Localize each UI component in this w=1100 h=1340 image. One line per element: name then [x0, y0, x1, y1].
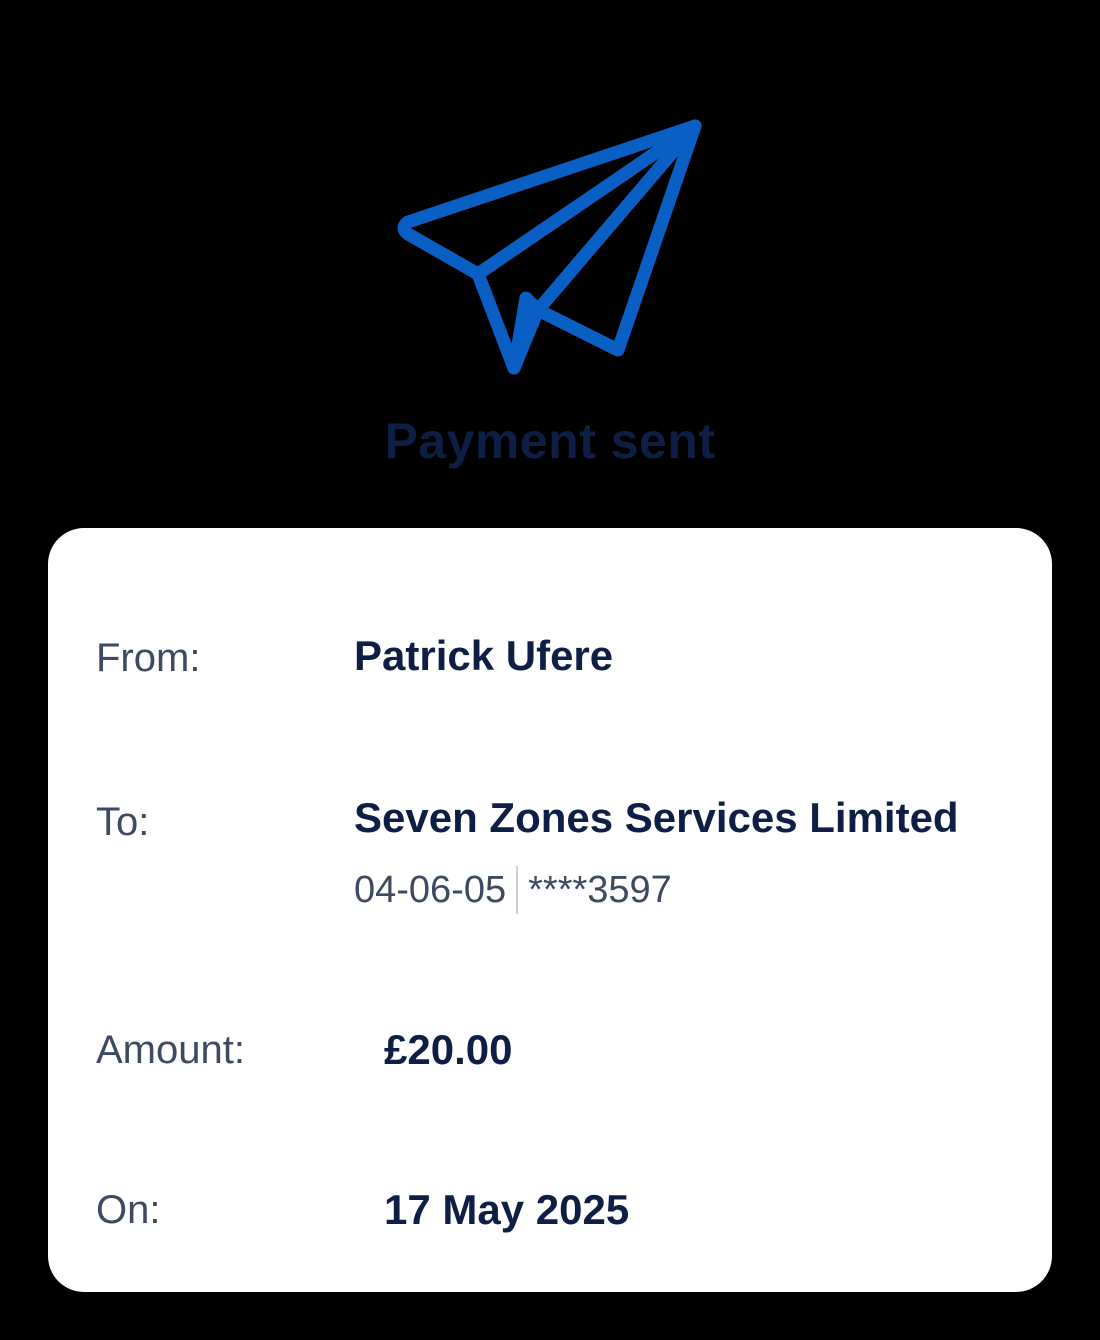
to-value: Seven Zones Services Limited — [354, 794, 959, 841]
paper-plane-icon — [390, 110, 710, 385]
page-title: Payment sent — [384, 413, 716, 469]
date-label: On: — [96, 1188, 161, 1232]
from-label: From: — [96, 636, 201, 680]
date-value: 17 May 2025 — [384, 1186, 630, 1233]
payment-confirmation-screen: Payment sent From: Patrick Ufere To: Sev… — [0, 0, 1100, 1340]
from-value: Patrick Ufere — [354, 632, 614, 679]
account-details: 04-06-05 ****3597 — [354, 866, 672, 914]
amount-label: Amount: — [96, 1028, 245, 1072]
to-label: To: — [96, 800, 150, 844]
divider — [516, 866, 519, 914]
amount-value: £20.00 — [384, 1026, 513, 1073]
payment-details-card: From: Patrick Ufere To: Seven Zones Serv… — [48, 528, 1052, 1292]
sort-code: 04-06-05 — [354, 868, 507, 911]
account-number: ****3597 — [528, 868, 672, 911]
